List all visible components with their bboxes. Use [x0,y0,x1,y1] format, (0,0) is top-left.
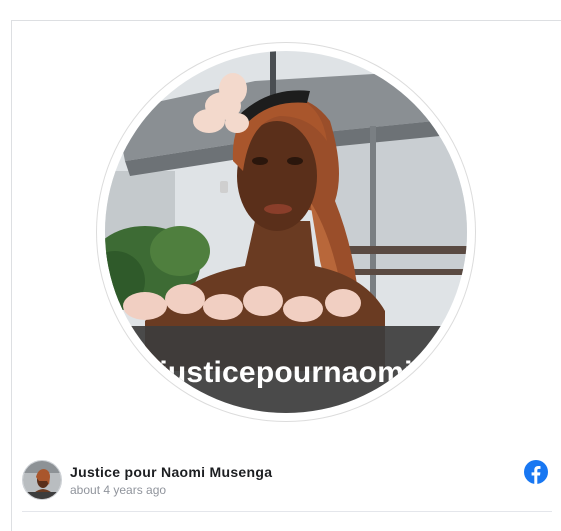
facebook-icon[interactable] [524,460,548,484]
post-footer: Justice pour Naomi Musenga about 4 years… [22,460,552,504]
profile-picture-frame[interactable]: justicepournaomi [97,43,475,421]
image-overlay-text: justicepournaomi [159,356,413,389]
page-avatar[interactable] [22,460,62,500]
avatar-image [23,461,61,499]
profile-picture[interactable]: justicepournaomi [105,51,467,413]
post-timestamp-link[interactable]: about 4 years ago [70,483,166,497]
page-name-link[interactable]: Justice pour Naomi Musenga [70,464,272,480]
footer-divider [22,511,552,512]
facebook-logo [524,460,548,484]
